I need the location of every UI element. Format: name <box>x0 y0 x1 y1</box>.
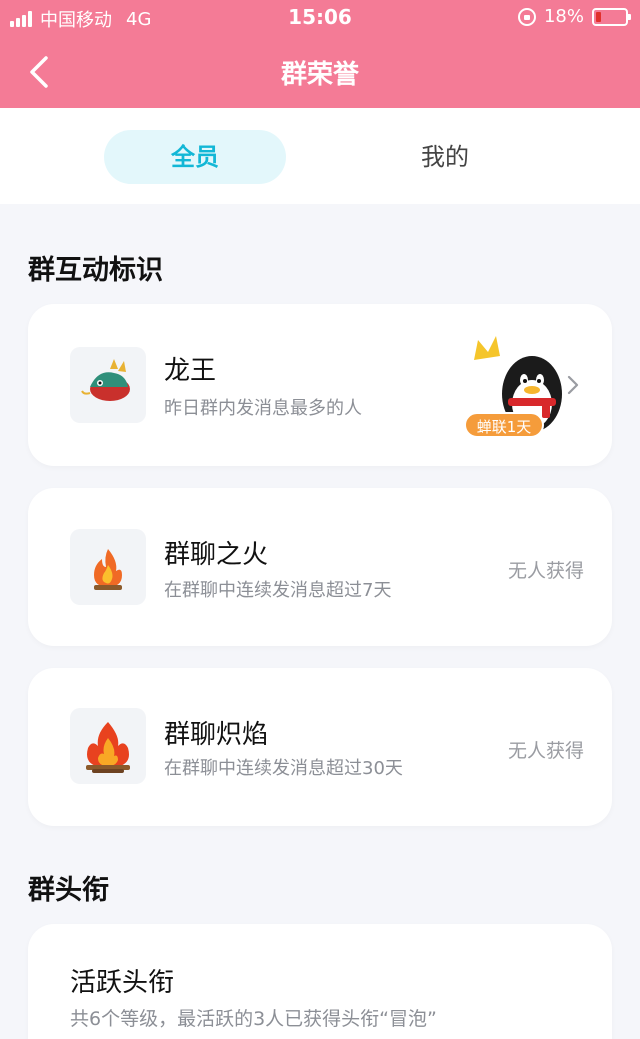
honor-name: 群聊炽焰 <box>164 720 269 750</box>
active-title-card[interactable]: 活跃头衔 共6个等级，最活跃的3人已获得头衔“冒泡” <box>28 924 612 1039</box>
fire-icon <box>70 529 146 605</box>
honor-name: 龙王 <box>164 356 217 386</box>
page-title: 群荣誉 <box>280 60 359 90</box>
battery-fill <box>596 11 602 22</box>
nav-bar: 群荣誉 <box>0 36 640 108</box>
honor-status: 无人获得 <box>507 560 584 582</box>
chevron-right-icon[interactable] <box>564 372 582 398</box>
dragon-icon <box>70 347 146 423</box>
status-right: 18% <box>517 6 631 27</box>
honor-desc: 昨日群内发消息最多的人 <box>164 398 362 419</box>
streak-badge: 蝉联1天 <box>464 412 544 438</box>
section-title-group-titles: 群头衔 <box>28 875 109 906</box>
honor-status: 无人获得 <box>507 740 584 762</box>
rotation-lock-icon <box>517 7 536 26</box>
tab-all-members[interactable]: 全员 <box>104 130 286 184</box>
honor-card-dragon-king[interactable]: 龙王 昨日群内发消息最多的人 蝉联1天 <box>28 304 612 466</box>
honor-desc: 在群聊中连续发消息超过30天 <box>164 758 403 779</box>
honor-card-chat-blaze[interactable]: 群聊炽焰 在群聊中连续发消息超过30天 无人获得 <box>28 668 612 826</box>
tab-bar: 全员 我的 <box>0 108 640 204</box>
active-title-name: 活跃头衔 <box>70 968 175 998</box>
section-title-interaction: 群互动标识 <box>28 255 163 286</box>
active-title-desc: 共6个等级，最活跃的3人已获得头衔“冒泡” <box>70 1008 437 1030</box>
status-bar: 中国移动 4G 15:06 18% <box>0 0 640 36</box>
tab-mine[interactable]: 我的 <box>354 130 536 184</box>
battery-icon <box>592 7 631 26</box>
honor-desc: 在群聊中连续发消息超过7天 <box>164 580 392 601</box>
blaze-icon <box>70 708 146 784</box>
battery-percent: 18% <box>543 6 584 27</box>
honor-card-chat-fire[interactable]: 群聊之火 在群聊中连续发消息超过7天 无人获得 <box>28 488 612 646</box>
header: 中国移动 4G 15:06 18% 群荣誉 <box>0 0 640 108</box>
honor-name: 群聊之火 <box>164 540 269 570</box>
